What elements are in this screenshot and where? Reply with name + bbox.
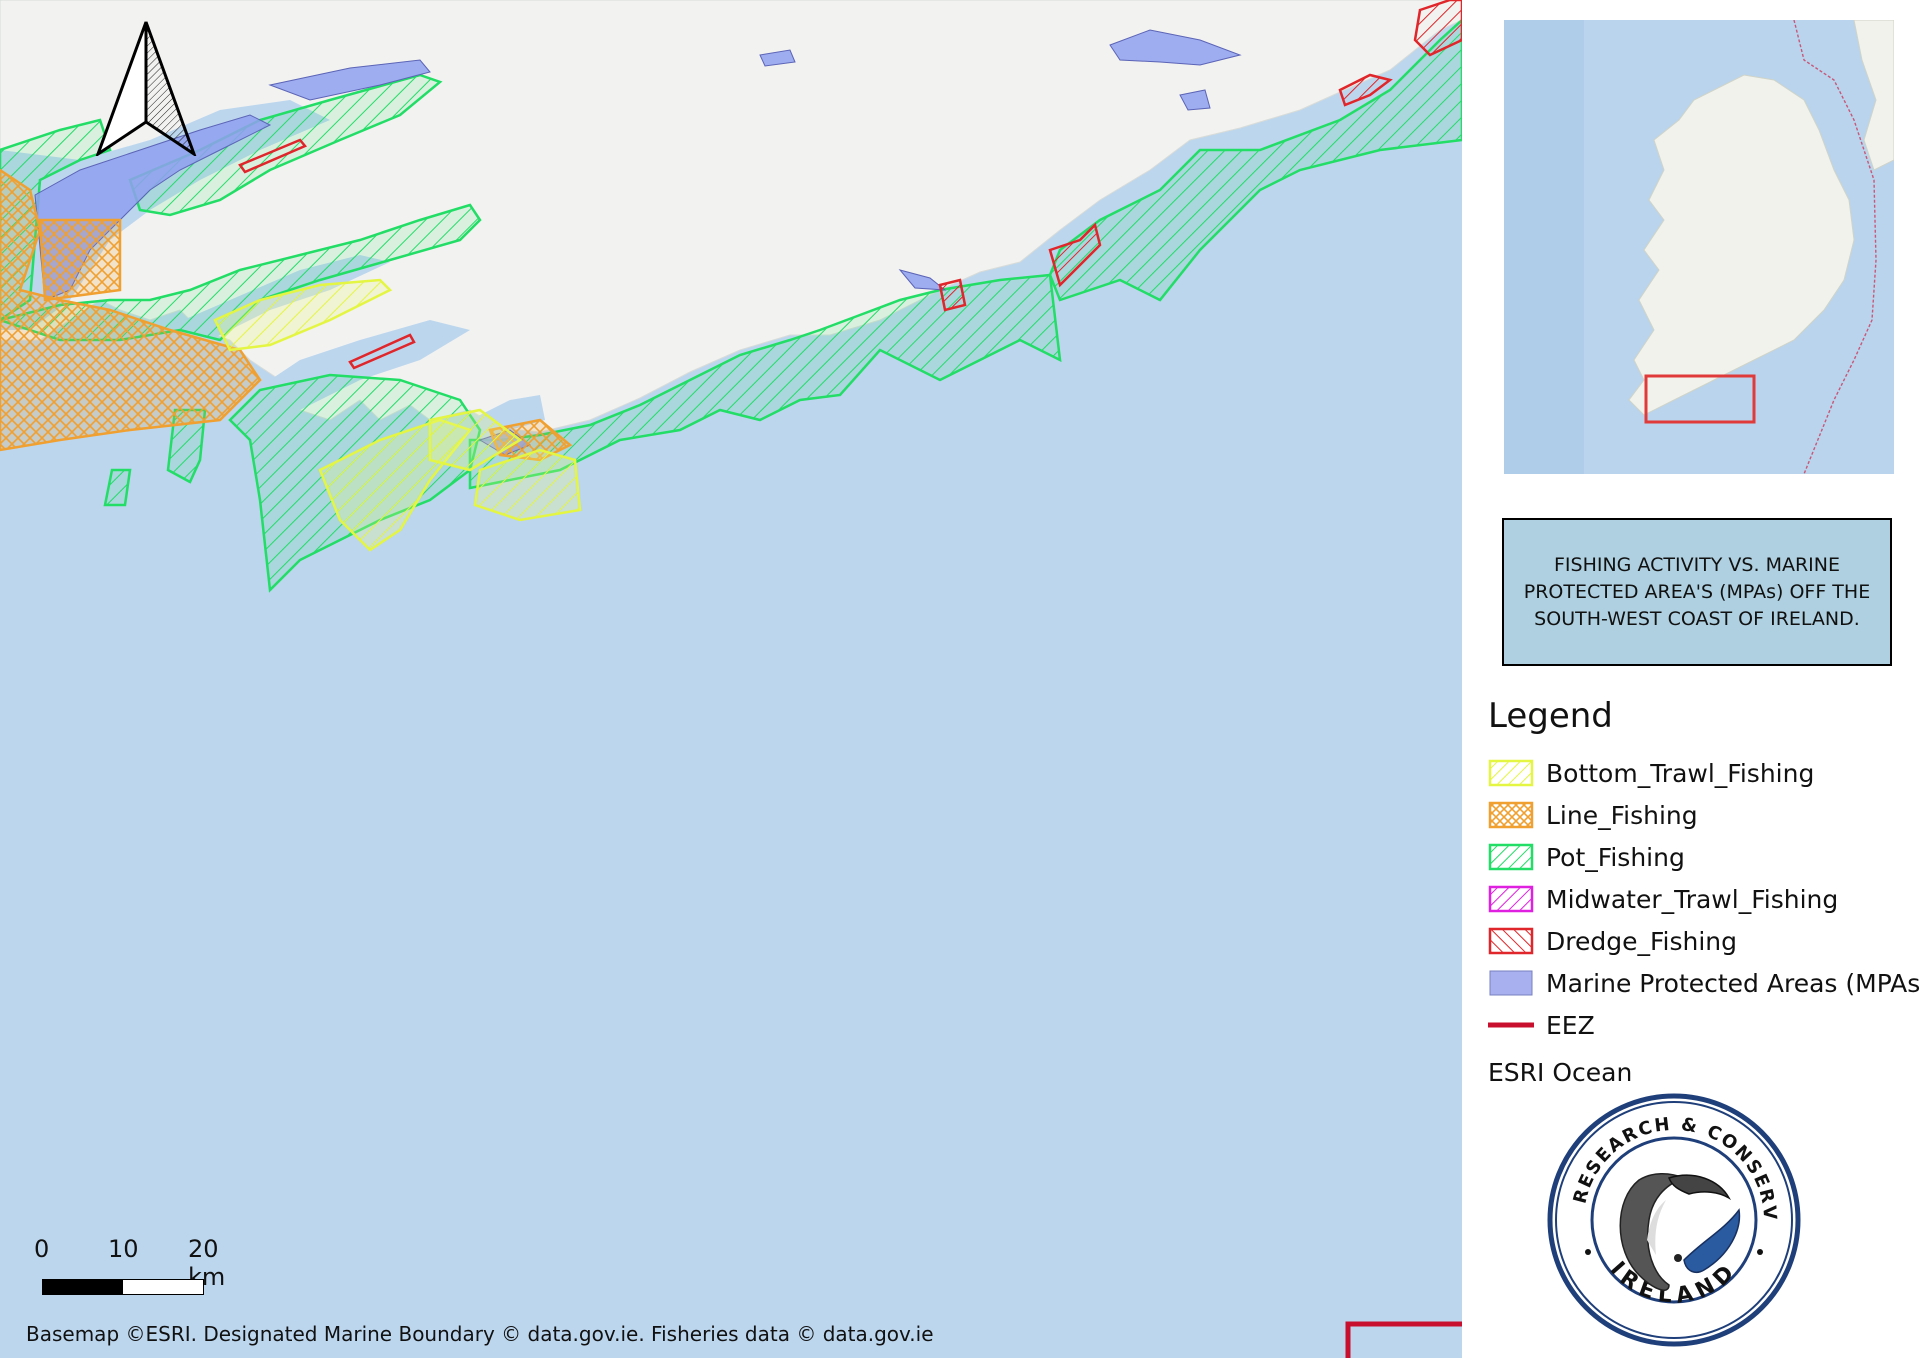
basemap-label: ESRI Ocean: [1488, 1058, 1633, 1087]
map-title-box: FISHING ACTIVITY VS. MARINE PROTECTED AR…: [1502, 518, 1892, 666]
bottom-trawl-swatch-icon: [1488, 759, 1534, 787]
pot-fishing-swatch-icon: [1488, 843, 1534, 871]
legend-item-line-fishing: Line_Fishing: [1488, 797, 1698, 833]
scale-label-10: 10: [108, 1235, 139, 1263]
legend-item-dredge: Dredge_Fishing: [1488, 923, 1737, 959]
scale-segment-white: [122, 1279, 204, 1295]
main-map[interactable]: 0 10 20 km Basemap ©ESRI. Designated Mar…: [0, 0, 1462, 1358]
legend-label: Marine Protected Areas (MPAs): [1546, 968, 1920, 998]
map-canvas[interactable]: [0, 0, 1462, 1358]
legend-label: Pot_Fishing: [1546, 842, 1685, 872]
legend-item-mpa: Marine Protected Areas (MPAs): [1488, 965, 1920, 1001]
side-panel: FISHING ACTIVITY VS. MARINE PROTECTED AR…: [1462, 0, 1920, 1358]
map-title: FISHING ACTIVITY VS. MARINE PROTECTED AR…: [1523, 553, 1871, 630]
dredge-swatch-icon: [1488, 927, 1534, 955]
line-fishing-swatch-icon: [1488, 801, 1534, 829]
legend-item-eez: EEZ: [1488, 1007, 1595, 1043]
legend-label: Midwater_Trawl_Fishing: [1546, 884, 1839, 914]
scale-bar: 0 10 20 km: [28, 1235, 248, 1305]
ocean-research-conservation-logo: OCEAN RESEARCH & CONSERVATION IRELAND: [1544, 1090, 1801, 1347]
inset-map[interactable]: [1504, 20, 1894, 474]
scale-label-0: 0: [34, 1235, 50, 1263]
midwater-trawl-swatch-icon: [1488, 885, 1534, 913]
legend-label: EEZ: [1546, 1010, 1595, 1040]
legend-item-midwater-trawl: Midwater_Trawl_Fishing: [1488, 881, 1838, 917]
scale-segment-black: [42, 1279, 124, 1295]
legend-label: Line_Fishing: [1546, 800, 1698, 830]
eez-swatch-icon: [1488, 1022, 1534, 1028]
legend-title: Legend: [1488, 696, 1613, 736]
legend-item-pot-fishing: Pot_Fishing: [1488, 839, 1685, 875]
mpa-swatch-icon: [1489, 970, 1533, 996]
legend-label: Dredge_Fishing: [1546, 926, 1738, 956]
legend-item-bottom-trawl: Bottom_Trawl_Fishing: [1488, 755, 1814, 791]
attribution-text: Basemap ©ESRI. Designated Marine Boundar…: [26, 1322, 934, 1346]
inset-map-canvas: [1504, 20, 1894, 474]
north-arrow-icon: [95, 21, 197, 156]
legend-label: Bottom_Trawl_Fishing: [1546, 758, 1815, 788]
